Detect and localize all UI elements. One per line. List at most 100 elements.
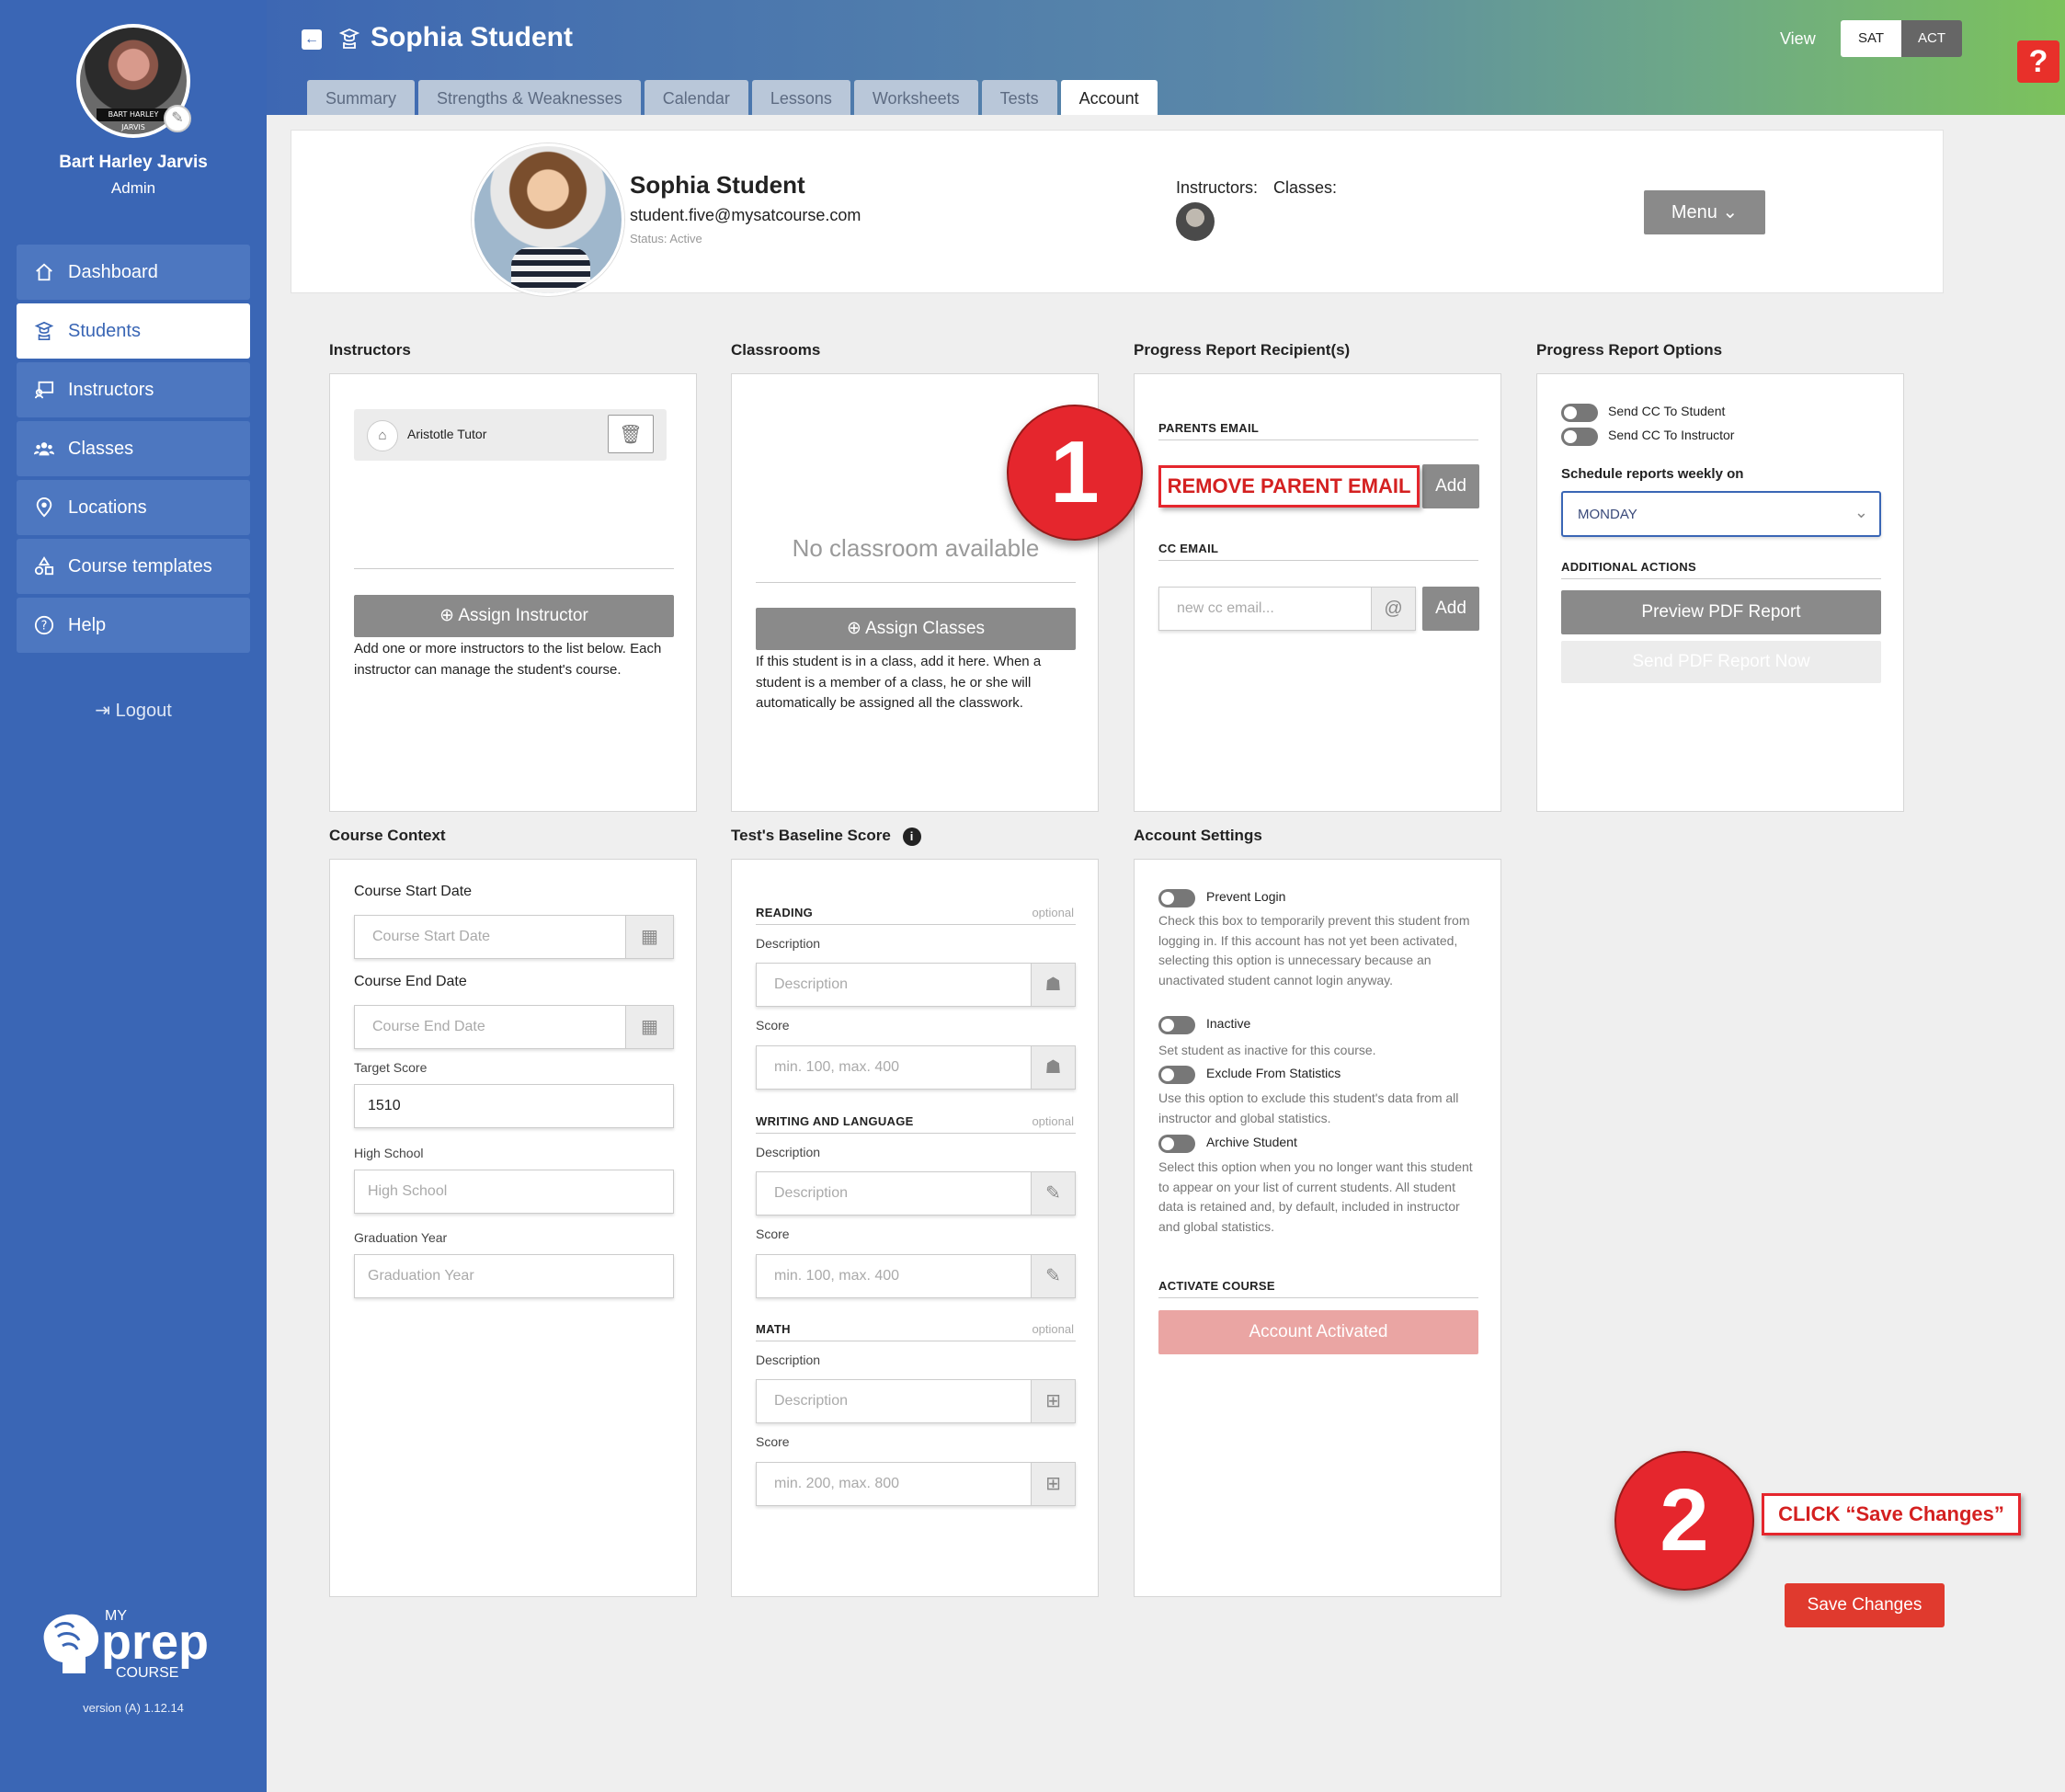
classrooms-help: If this student is in a class, add it he… <box>756 654 1042 711</box>
assign-instructor-button[interactable]: ⊕ Assign Instructor <box>354 595 674 637</box>
tab-summary[interactable]: Summary <box>307 80 416 115</box>
reading-description-input[interactable]: Description ☗ <box>756 963 1076 1007</box>
classes-label: Classes: <box>1273 178 1338 197</box>
sidebar-item-students[interactable]: Students <box>17 303 250 359</box>
exclude-stats-desc: Use this option to exclude this student'… <box>1158 1090 1459 1125</box>
step-1-marker: 1 <box>1007 405 1143 541</box>
edit-icon: ✎ <box>1031 1255 1075 1297</box>
assign-classes-button[interactable]: ⊕ Assign Classes <box>756 608 1076 650</box>
trash-icon[interactable]: 🗑 <box>608 415 654 453</box>
sidebar-item-dashboard[interactable]: Dashboard <box>17 245 250 300</box>
instructors-panel: ⌂ Aristotle Tutor 🗑 ⊕ Assign Instructor … <box>329 373 697 812</box>
avatar-name-tag: BART HARLEY JARVIS <box>97 108 170 131</box>
schedule-label: Schedule reports weekly on <box>1561 466 1744 482</box>
tab-strengths-weaknesses[interactable]: Strengths & Weaknesses <box>418 80 641 115</box>
calendar-icon[interactable]: ▦ <box>625 916 673 958</box>
shapes-icon <box>33 555 55 577</box>
math-score-input[interactable]: min. 200, max. 800 ⊞ <box>756 1462 1076 1506</box>
tab-calendar[interactable]: Calendar <box>644 80 748 115</box>
tab-tests[interactable]: Tests <box>981 80 1057 115</box>
archive-desc: Select this option when you no longer wa… <box>1158 1159 1473 1235</box>
grad-year-label: Graduation Year <box>354 1230 448 1245</box>
score-label: Score <box>756 1227 790 1241</box>
menu-button[interactable]: Menu ⌄ <box>1644 190 1765 234</box>
view-toggle: SAT ACT <box>1841 20 1962 57</box>
view-sat-button[interactable]: SAT <box>1841 20 1901 57</box>
parents-email-label: PARENTS EMAIL <box>1158 421 1260 435</box>
sidebar-item-help[interactable]: ? Help <box>17 598 250 653</box>
grad-year-input[interactable]: Graduation Year <box>354 1254 674 1298</box>
high-school-label: High School <box>354 1146 424 1160</box>
prevent-login-label: Prevent Login <box>1206 889 1286 904</box>
inactive-toggle[interactable] <box>1158 1016 1195 1034</box>
send-pdf-button[interactable]: Send PDF Report Now <box>1561 641 1881 683</box>
logout-link[interactable]: ⇥ Logout <box>0 699 267 722</box>
tab-worksheets[interactable]: Worksheets <box>853 80 978 115</box>
end-date-label: Course End Date <box>354 974 467 989</box>
sidebar-item-instructors[interactable]: Instructors <box>17 362 250 417</box>
cc-student-label: Send CC To Student <box>1608 404 1726 418</box>
student-icon <box>338 28 360 56</box>
prevent-login-toggle[interactable] <box>1158 889 1195 907</box>
account-activated-button[interactable]: Account Activated <box>1158 1310 1478 1354</box>
score-label: Score <box>756 1434 790 1449</box>
brand-logo: MY prep COURSE <box>35 1600 237 1683</box>
start-date-input[interactable]: Course Start Date ▦ <box>354 915 674 959</box>
student-name: Sophia Student <box>630 171 805 199</box>
tab-bar: Summary Strengths & Weaknesses Calendar … <box>307 80 1161 115</box>
schedule-select[interactable]: MONDAY ⌄ <box>1561 491 1881 537</box>
save-changes-button[interactable]: Save Changes <box>1785 1583 1945 1627</box>
student-icon <box>33 320 55 342</box>
add-parent-email-button[interactable]: Add <box>1422 464 1479 508</box>
sidebar: BART HARLEY JARVIS ✎ Bart Harley Jarvis … <box>0 0 267 1792</box>
add-cc-email-button[interactable]: Add <box>1422 587 1479 631</box>
target-score-input[interactable]: 1510 <box>354 1084 674 1128</box>
optional-label: optional <box>1032 1322 1074 1336</box>
math-description-input[interactable]: Description ⊞ <box>756 1379 1076 1423</box>
cc-student-toggle[interactable] <box>1561 404 1598 422</box>
help-button[interactable]: ? <box>2017 40 2059 83</box>
writing-description-input[interactable]: Description ✎ <box>756 1171 1076 1216</box>
exclude-stats-toggle[interactable] <box>1158 1066 1195 1084</box>
view-act-button[interactable]: ACT <box>1901 20 1962 57</box>
home-icon <box>33 261 55 283</box>
click-save-changes-callout: CLICK “Save Changes” <box>1762 1493 2021 1535</box>
sidebar-item-course-templates[interactable]: Course templates <box>17 539 250 594</box>
inactive-label: Inactive <box>1206 1016 1251 1031</box>
high-school-input[interactable]: High School <box>354 1170 674 1214</box>
end-date-input[interactable]: Course End Date ▦ <box>354 1005 674 1049</box>
info-icon[interactable]: i <box>902 828 921 846</box>
people-icon <box>33 438 55 460</box>
activate-course-label: ACTIVATE COURSE <box>1158 1279 1275 1293</box>
book-reader-icon: ☗ <box>1031 1046 1075 1089</box>
classrooms-title: Classrooms <box>731 341 821 359</box>
baseline-panel: READING optional Description Description… <box>731 859 1099 1597</box>
instructor-avatar[interactable] <box>1176 202 1215 241</box>
prevent-login-desc: Check this box to temporarily prevent th… <box>1158 913 1470 988</box>
svg-text:COURSE: COURSE <box>116 1665 178 1681</box>
sidebar-item-locations[interactable]: Locations <box>17 480 250 535</box>
back-icon[interactable]: ← <box>302 29 322 50</box>
cc-instructor-toggle[interactable] <box>1561 428 1598 446</box>
remove-parent-email-callout[interactable]: REMOVE PARENT EMAIL <box>1158 465 1420 508</box>
instructor-icon: ⌂ <box>367 420 398 451</box>
reading-score-input[interactable]: min. 100, max. 400 ☗ <box>756 1045 1076 1090</box>
course-context-title: Course Context <box>329 827 446 844</box>
description-label: Description <box>756 1145 821 1159</box>
tab-lessons[interactable]: Lessons <box>751 80 850 115</box>
sidebar-item-classes[interactable]: Classes <box>17 421 250 476</box>
writing-score-input[interactable]: min. 100, max. 400 ✎ <box>756 1254 1076 1298</box>
sidebar-item-label: Dashboard <box>68 261 158 282</box>
pencil-icon[interactable]: ✎ <box>164 105 191 132</box>
instructors-help: Add one or more instructors to the list … <box>354 641 662 678</box>
student-email: student.five@mysatcourse.com <box>630 206 861 224</box>
tab-account[interactable]: Account <box>1060 80 1158 115</box>
options-panel: Send CC To Student Send CC To Instructor… <box>1536 373 1904 812</box>
archive-toggle[interactable] <box>1158 1135 1195 1153</box>
preview-pdf-button[interactable]: Preview PDF Report <box>1561 590 1881 634</box>
calendar-icon[interactable]: ▦ <box>625 1006 673 1048</box>
version-text: version (A) 1.12.14 <box>83 1701 184 1715</box>
cc-email-input[interactable]: new cc email... @ <box>1158 587 1416 631</box>
empty-classrooms: No classroom available <box>792 534 1040 562</box>
grid-icon: ⊞ <box>1031 1380 1075 1422</box>
